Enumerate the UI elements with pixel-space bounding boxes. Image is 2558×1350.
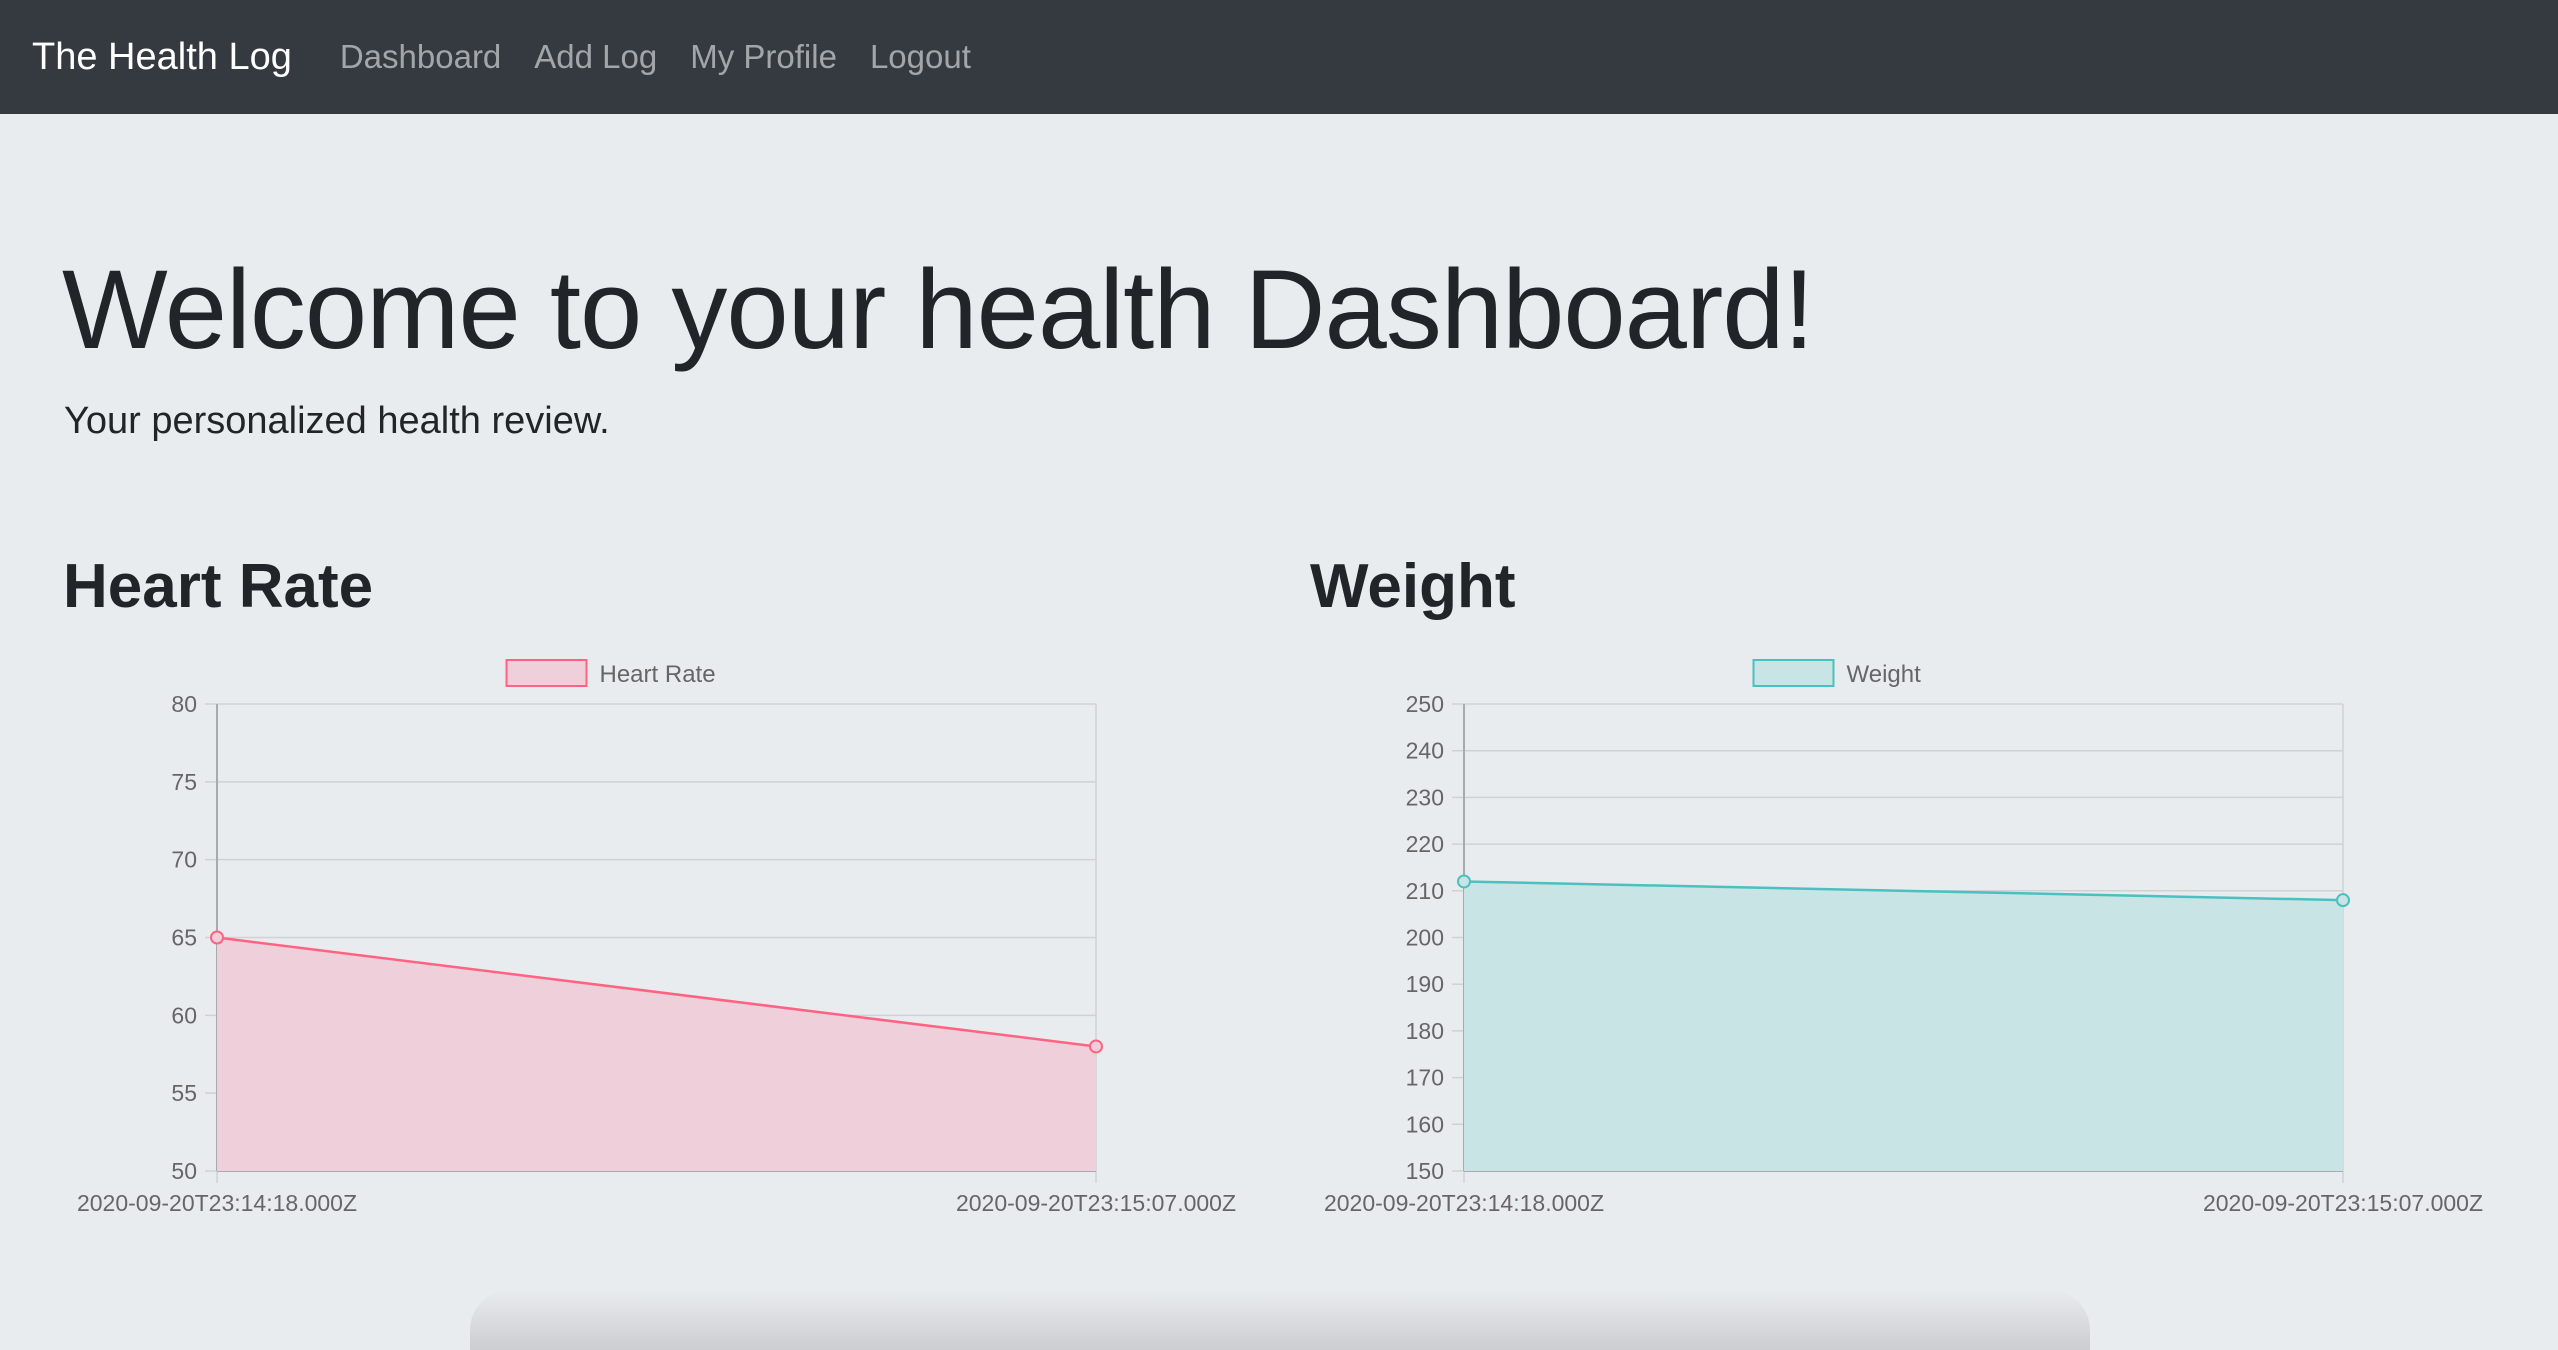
weight-data-point	[1457, 874, 1471, 889]
weight-ytick-label: 160	[1406, 1111, 1444, 1137]
weight-legend-swatch	[1752, 659, 1835, 687]
navbar-brand[interactable]: The Health Log	[32, 36, 292, 79]
weight-ytick-label: 150	[1406, 1158, 1444, 1184]
weight-ytick-label: 190	[1406, 971, 1444, 997]
weight-area-fill	[1464, 881, 2343, 1171]
heart-rate-title: Heart Rate	[63, 552, 374, 621]
nav-link-my-profile[interactable]: My Profile	[690, 38, 837, 76]
heart-rate-chart: 50 55 60 65 70 75 80 2020-09-20T23:14:18.000Z 20…	[77, 659, 1236, 1216]
nav-link-logout[interactable]: Logout	[870, 38, 971, 76]
heart-rate-xtick-label: 2020-09-20T23:15:07.000Z	[956, 1190, 1236, 1216]
weight-chart: 150 160 170 180 190 200 210 220 230 240 250 2020-09…	[1324, 659, 2483, 1216]
weight-ytick-label: 180	[1406, 1018, 1444, 1044]
weight-xtick-label: 2020-09-20T23:14:18.000Z	[1324, 1190, 1604, 1216]
page-title: Welcome to your health Dashboard!	[62, 247, 1815, 372]
heart-rate-ytick-label: 55	[171, 1080, 197, 1106]
heart-rate-ytick-label: 65	[171, 925, 197, 951]
heart-rate-data-point	[210, 930, 224, 945]
weight-ytick-label: 210	[1406, 878, 1444, 904]
weight-legend-label: Weight	[1847, 661, 1922, 688]
heart-rate-legend-label: Heart Rate	[600, 661, 716, 688]
heart-rate-ytick-label: 50	[171, 1158, 197, 1184]
heart-rate-ytick-label: 80	[171, 691, 197, 717]
weight-data-point	[2336, 893, 2350, 908]
weight-ytick-label: 170	[1406, 1065, 1444, 1091]
bottom-card-shadow	[470, 1290, 2090, 1350]
navbar: The Health Log Dashboard Add Log My Prof…	[0, 0, 2558, 114]
nav-link-dashboard[interactable]: Dashboard	[340, 38, 501, 76]
page-subtitle: Your personalized health review.	[64, 400, 610, 442]
weight-xtick-label: 2020-09-20T23:15:07.000Z	[2203, 1190, 2483, 1216]
heart-rate-ytick-label: 70	[171, 847, 197, 873]
heart-rate-ytick-label: 60	[171, 1002, 197, 1028]
weight-ytick-label: 220	[1406, 831, 1444, 857]
heart-rate-data-point	[1089, 1039, 1103, 1054]
heart-rate-area-fill	[217, 937, 1096, 1171]
heart-rate-legend-swatch	[505, 659, 588, 687]
weight-ytick-label: 230	[1406, 784, 1444, 810]
weight-title: Weight	[1310, 552, 1516, 621]
nav-link-add-log[interactable]: Add Log	[534, 38, 657, 76]
weight-ytick-label: 240	[1406, 738, 1444, 764]
weight-ytick-label: 200	[1406, 925, 1444, 951]
weight-ytick-label: 250	[1406, 691, 1444, 717]
heart-rate-xtick-label: 2020-09-20T23:14:18.000Z	[77, 1190, 357, 1216]
heart-rate-ytick-label: 75	[171, 769, 197, 795]
